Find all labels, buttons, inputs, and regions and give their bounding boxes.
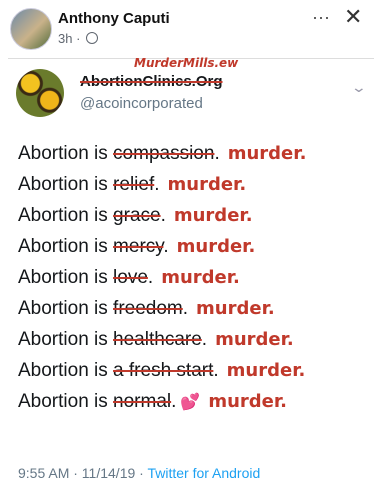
crossed-word: a fresh start (113, 360, 214, 381)
line-suffix: . (147, 267, 154, 288)
author-name[interactable]: Anthony Caputi (58, 10, 170, 27)
tweet-handle: @acoincorporated (80, 95, 203, 112)
line-prefix: Abortion is (18, 298, 114, 319)
post-meta: 3h · (58, 31, 99, 46)
heart-icon: 💕 (180, 394, 201, 411)
handwritten-overwrite: murder. (196, 298, 275, 319)
line-prefix: Abortion is (18, 205, 114, 226)
crossed-word: mercy (113, 236, 164, 257)
handwritten-overwrite: murder. (161, 267, 240, 288)
close-icon[interactable]: ✕ (344, 4, 362, 30)
crossed-word: relief (113, 174, 155, 195)
tweet-line: Abortion is compassion. murder. (18, 143, 374, 174)
tweet-footer: 9:55 AM · 11/14/19 · Twitter for Android (18, 465, 260, 481)
tweet-line: Abortion is a fresh start. murder. (18, 360, 374, 391)
crossed-word: compassion (113, 143, 215, 164)
tweet-screenshot: MurderMills.ew AbortionClinics.Org @acoi… (8, 56, 374, 495)
handwritten-overwrite: murder. (176, 236, 256, 257)
more-options-icon[interactable]: ⋯ (312, 8, 331, 29)
handwritten-overwrite: murder. (226, 360, 306, 381)
line-suffix: . (154, 174, 160, 195)
line-suffix: . (171, 391, 177, 412)
handwritten-overwrite: murder. (215, 329, 294, 350)
line-suffix: . (201, 329, 208, 350)
tweet-line: Abortion is normal. 💕 murder. (18, 391, 374, 422)
line-suffix: . (160, 205, 166, 226)
line-prefix: Abortion is (18, 360, 114, 381)
handwritten-overwrite: murder. (227, 143, 307, 164)
sunflower-avatar (16, 69, 64, 117)
line-prefix: Abortion is (18, 174, 114, 195)
line-suffix: . (182, 298, 189, 319)
crossed-word: grace (113, 205, 161, 226)
crossed-word: healthcare (113, 329, 202, 350)
tweet-timestamp: 9:55 AM · 11/14/19 · (18, 465, 148, 481)
tweet-line: Abortion is mercy. murder. (18, 236, 374, 267)
tweet-body: Abortion is compassion. murder. Abortion … (18, 143, 374, 422)
line-prefix: Abortion is (18, 267, 114, 288)
line-suffix: . (214, 143, 220, 164)
tweet-line: Abortion is relief. murder. (18, 174, 374, 205)
tweet-line: Abortion is love. murder. (18, 267, 374, 298)
line-prefix: Abortion is (18, 143, 114, 164)
tweet-line: Abortion is grace. murder. (18, 205, 374, 236)
crossed-word: normal (113, 391, 172, 412)
handwritten-name: MurderMills.ew (134, 56, 239, 70)
handwritten-overwrite: murder. (173, 205, 253, 226)
tweet-source-app[interactable]: Twitter for Android (147, 465, 260, 481)
handwritten-overwrite: murder. (167, 174, 247, 195)
line-suffix: . (213, 360, 219, 381)
post-time[interactable]: 3h · (58, 31, 80, 46)
crossed-word: love (113, 267, 148, 288)
line-suffix: . (163, 236, 169, 257)
chevron-down-icon: ⌄ (350, 79, 368, 95)
tweet-display-name: AbortionClinics.Org (80, 73, 223, 90)
facebook-post-header: Anthony Caputi 3h · ⋯ ✕ (0, 0, 381, 58)
line-prefix: Abortion is (18, 329, 114, 350)
line-prefix: Abortion is (18, 391, 114, 412)
tweet-line: Abortion is healthcare. murder. (18, 329, 374, 360)
handwritten-overwrite: murder. (208, 391, 288, 412)
crossed-word: freedom (113, 298, 183, 319)
tweet-line: Abortion is freedom. murder. (18, 298, 374, 329)
line-prefix: Abortion is (18, 236, 114, 257)
globe-icon (86, 32, 99, 44)
author-avatar[interactable] (10, 8, 52, 50)
